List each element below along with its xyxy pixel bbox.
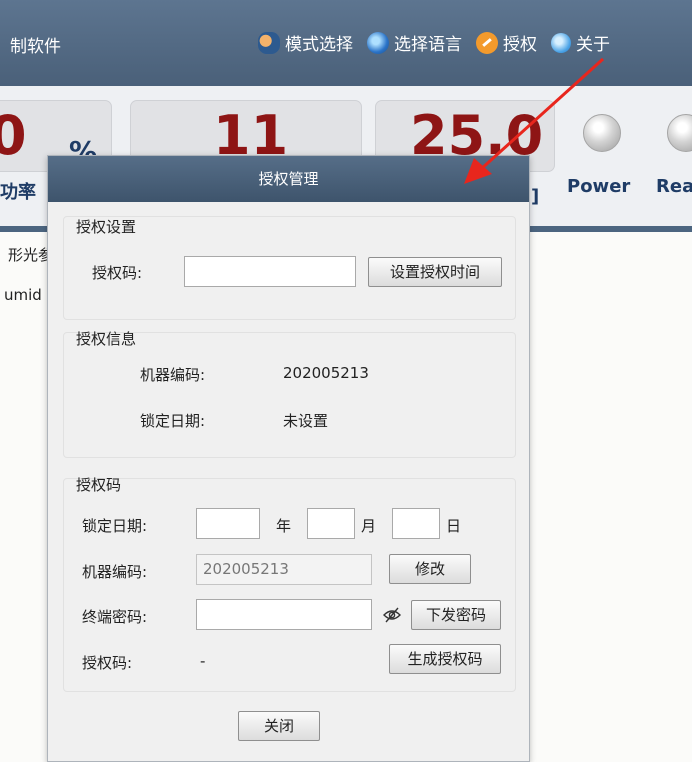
app-header: 制软件 模式选择 选择语言 授权 关于: [0, 0, 692, 86]
machine-code-label: 机器编码:: [82, 563, 148, 581]
group-title: 授权码: [76, 476, 122, 494]
eye-off-icon[interactable]: [382, 605, 402, 625]
auth-code-group: 授权码 锁定日期: 年 月 日 机器编码: 202005213 修改 终端密码:…: [63, 476, 516, 692]
send-password-button[interactable]: 下发密码: [411, 600, 501, 630]
auth-settings-group: 授权设置 授权码: 设置授权时间: [63, 216, 516, 320]
ready-label: Rea: [656, 176, 692, 197]
terminal-password-input[interactable]: [196, 599, 372, 630]
lock-date-label: 锁定日期:: [140, 412, 206, 430]
help-icon: [551, 32, 571, 53]
menu-language[interactable]: 选择语言: [367, 30, 462, 55]
lock-date-value: 未设置: [283, 412, 329, 430]
auth-code-value: -: [200, 652, 206, 670]
power-label: Power: [567, 176, 631, 197]
auth-code-label: 授权码:: [92, 264, 143, 282]
machine-code-label: 机器编码:: [140, 366, 206, 384]
ready-indicator: [667, 114, 692, 152]
globe-icon: [367, 31, 389, 54]
day-input[interactable]: [392, 508, 440, 539]
background-text: umid: [4, 286, 42, 304]
machine-code-value: 202005213: [283, 364, 369, 382]
modify-button[interactable]: 修改: [389, 554, 471, 584]
dialog-title: 授权管理: [48, 156, 529, 202]
terminal-password-label: 终端密码:: [82, 608, 148, 626]
machine-code-input: 202005213: [196, 554, 372, 585]
menu-authorization[interactable]: 授权: [476, 30, 537, 55]
key-icon: [476, 31, 498, 54]
month-input[interactable]: [307, 508, 355, 539]
group-title: 授权设置: [76, 218, 137, 236]
set-auth-time-button[interactable]: 设置授权时间: [368, 257, 502, 287]
app-title: 制软件: [10, 37, 61, 57]
menu-mode-select-label: 模式选择: [285, 35, 353, 55]
top-menu: 模式选择 选择语言 授权 关于: [258, 30, 610, 55]
menu-about-label: 关于: [576, 35, 610, 55]
stat-value: 0: [0, 104, 27, 167]
power-indicator: [583, 114, 621, 152]
year-unit: 年: [276, 517, 292, 535]
auth-code-label: 授权码:: [82, 654, 133, 672]
lock-date-label: 锁定日期:: [82, 517, 148, 535]
auth-info-group: 授权信息 机器编码: 202005213 锁定日期: 未设置: [63, 330, 516, 458]
year-input[interactable]: [196, 508, 260, 539]
menu-about[interactable]: 关于: [551, 30, 610, 55]
menu-mode-select[interactable]: 模式选择: [258, 30, 353, 55]
day-unit: 日: [446, 517, 462, 535]
close-button[interactable]: 关闭: [238, 711, 320, 741]
authorization-dialog: 授权管理 授权设置 授权码: 设置授权时间 授权信息 机器编码: 2020052…: [47, 155, 530, 762]
users-icon: [258, 31, 280, 54]
stat-label: 功率: [0, 182, 36, 203]
month-unit: 月: [361, 517, 377, 535]
menu-authorization-label: 授权: [503, 35, 537, 55]
stat-label: ]: [531, 186, 540, 207]
group-title: 授权信息: [76, 330, 137, 348]
menu-language-label: 选择语言: [394, 35, 462, 55]
auth-code-input[interactable]: [184, 256, 356, 287]
generate-auth-code-button[interactable]: 生成授权码: [389, 644, 501, 674]
